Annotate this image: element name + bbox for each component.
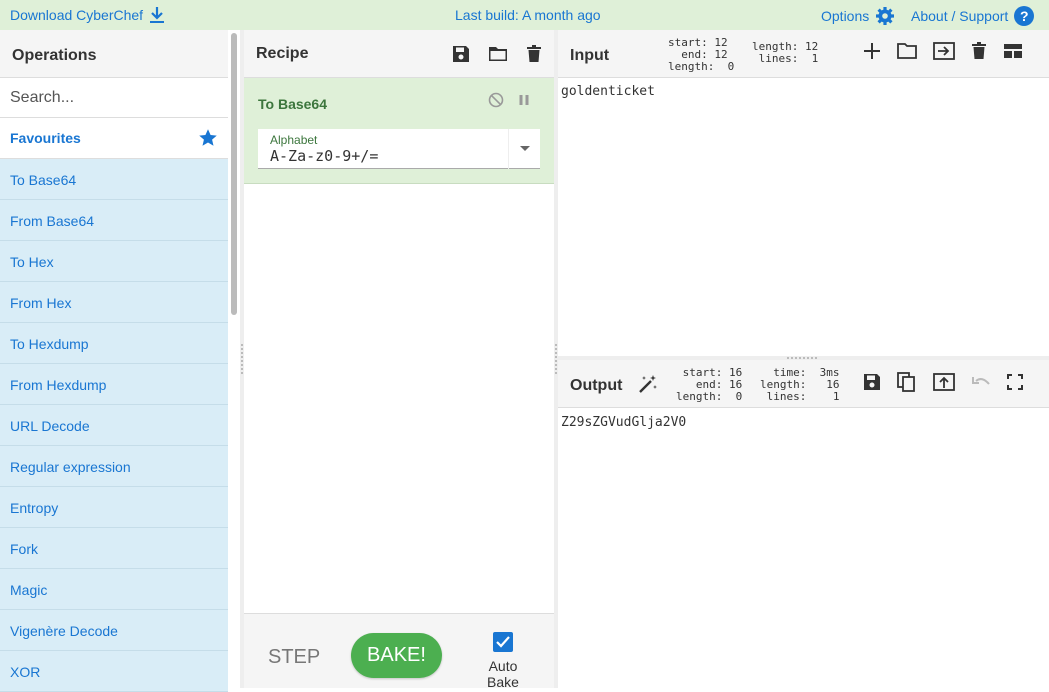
operation-item[interactable]: Regular expression — [0, 446, 228, 487]
options-label: Options — [821, 8, 870, 24]
output-header: Output start: 16 end: 16 length: 0 time:… — [558, 360, 1049, 408]
bake-button[interactable]: BAKE! — [351, 633, 442, 678]
input-title: Input — [570, 47, 610, 64]
gutter-handle — [241, 344, 243, 374]
auto-bake-label: Auto Bake — [487, 658, 519, 690]
favourites-category[interactable]: Favourites — [0, 118, 228, 159]
copy-output-icon[interactable] — [897, 372, 917, 392]
add-tab-icon[interactable] — [863, 42, 881, 60]
clear-recipe-icon[interactable] — [526, 44, 542, 63]
about-label: About / Support — [911, 8, 1009, 24]
operation-item[interactable]: URL Decode — [0, 405, 228, 446]
last-build-label: Last build: A month ago — [455, 7, 601, 23]
operations-title: Operations — [0, 30, 228, 78]
undo-icon[interactable] — [971, 375, 991, 389]
breakpoint-icon[interactable] — [516, 92, 532, 108]
clear-input-icon[interactable] — [971, 42, 987, 60]
operation-item[interactable]: From Hexdump — [0, 364, 228, 405]
save-recipe-icon[interactable] — [452, 45, 470, 63]
step-button[interactable]: STEP — [268, 646, 320, 669]
recipe-title: Recipe — [256, 44, 309, 62]
operation-item[interactable]: Magic — [0, 569, 228, 610]
auto-bake-toggle[interactable]: Auto Bake — [471, 632, 535, 690]
operations-scrollbar[interactable] — [231, 33, 237, 315]
open-file-input-icon[interactable] — [933, 42, 955, 60]
search-input[interactable] — [0, 78, 228, 118]
checkbox-checked-icon[interactable] — [493, 632, 513, 652]
options-button[interactable]: Options — [821, 6, 895, 26]
select-divider — [508, 129, 509, 169]
about-support-button[interactable]: About / Support ? — [911, 6, 1035, 26]
input-stats-selection: start: 12 end: 12 length: 0 — [668, 36, 735, 73]
load-recipe-icon[interactable] — [488, 46, 508, 62]
operation-item[interactable]: To Base64 — [0, 159, 228, 200]
top-banner: Download CyberChef Last build: A month a… — [0, 0, 1049, 30]
operation-item[interactable]: From Hex — [0, 282, 228, 323]
operations-list: To Base64 From Base64 To Hex From Hex To… — [0, 159, 228, 692]
operation-item[interactable]: XOR — [0, 651, 228, 692]
output-stats-selection: start: 16 end: 16 length: 0 — [676, 366, 743, 403]
bake-controls: STEP BAKE! Auto Bake — [244, 613, 554, 690]
download-label: Download CyberChef — [10, 7, 144, 23]
favourites-label: Favourites — [10, 130, 81, 146]
operations-panel: Operations Favourites To Base64 From Bas… — [0, 30, 240, 692]
operation-item[interactable]: Vigenère Decode — [0, 610, 228, 651]
recipe-panel: Recipe To Base64 Alphabet A-Za-z0-9+/= S… — [244, 30, 554, 690]
download-icon — [150, 7, 165, 23]
magic-wand-icon[interactable] — [638, 374, 658, 394]
operation-item[interactable]: Entropy — [0, 487, 228, 528]
gear-icon — [876, 7, 895, 25]
io-panel: Input start: 12 end: 12 length: 0 length… — [558, 30, 1049, 688]
output-text[interactable]: Z29sZGVudGlja2V0 — [561, 415, 686, 430]
disable-operation-icon[interactable] — [488, 92, 504, 108]
reset-layout-icon[interactable] — [1003, 43, 1023, 59]
open-folder-icon[interactable] — [897, 43, 917, 59]
replace-input-icon[interactable] — [933, 373, 955, 391]
recipe-header: Recipe — [244, 30, 554, 78]
input-stats-length: length: 12 lines: 1 — [752, 40, 819, 65]
alphabet-label: Alphabet — [270, 133, 318, 147]
splitter-handle — [787, 357, 817, 359]
output-stats-info: time: 3ms length: 16 lines: 1 — [760, 366, 840, 403]
recipe-operation[interactable]: To Base64 Alphabet A-Za-z0-9+/= — [244, 78, 554, 184]
operation-item[interactable]: From Base64 — [0, 200, 228, 241]
gutter-handle — [555, 344, 557, 374]
maximise-icon[interactable] — [1007, 374, 1023, 390]
alphabet-select[interactable]: Alphabet A-Za-z0-9+/= — [258, 129, 540, 169]
chevron-down-icon[interactable] — [520, 146, 530, 151]
alphabet-value: A-Za-z0-9+/= — [270, 147, 379, 165]
save-output-icon[interactable] — [863, 373, 881, 391]
output-title: Output — [570, 377, 623, 394]
operation-item[interactable]: Fork — [0, 528, 228, 569]
recipe-operation-name: To Base64 — [258, 96, 327, 112]
help-icon: ? — [1014, 6, 1035, 26]
star-icon[interactable] — [198, 128, 218, 148]
input-header: Input start: 12 end: 12 length: 0 length… — [558, 30, 1049, 78]
input-textarea[interactable]: goldenticket — [561, 84, 655, 99]
download-link[interactable]: Download CyberChef — [10, 6, 165, 24]
operation-item[interactable]: To Hexdump — [0, 323, 228, 364]
operation-item[interactable]: To Hex — [0, 241, 228, 282]
